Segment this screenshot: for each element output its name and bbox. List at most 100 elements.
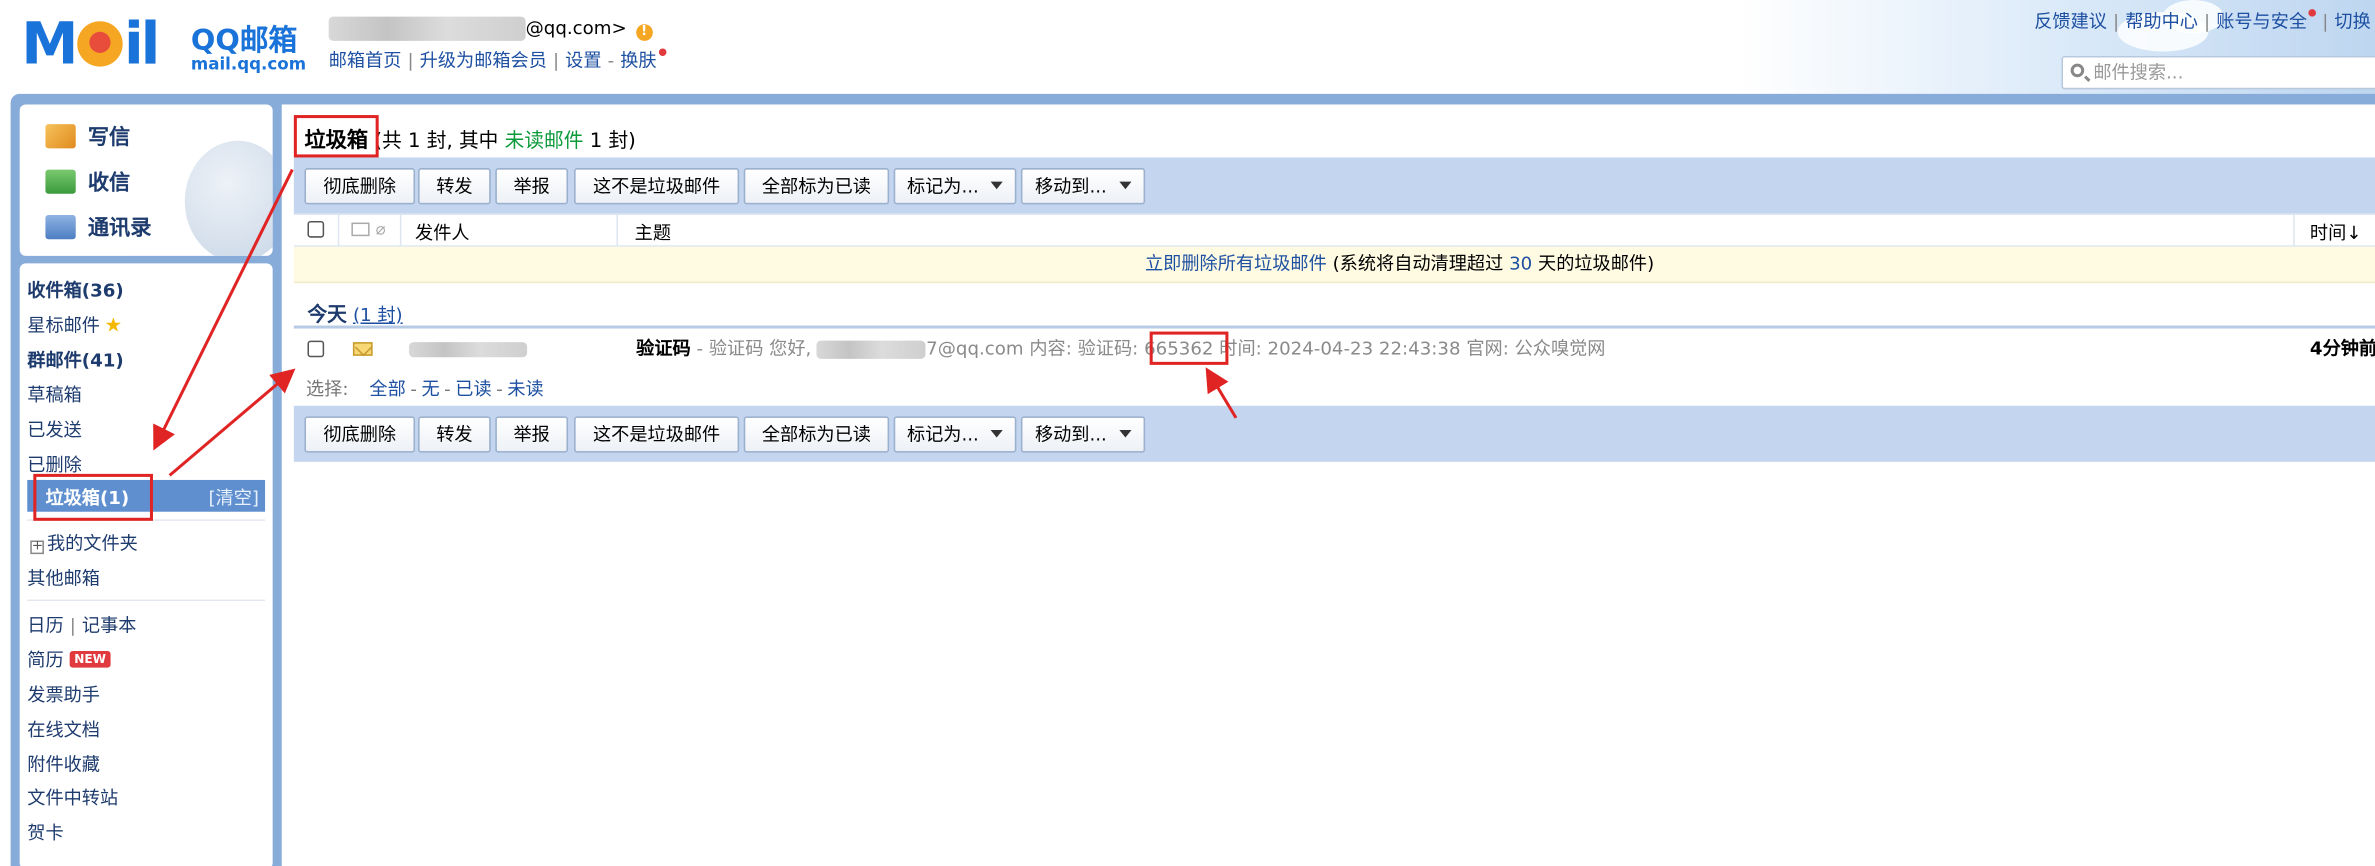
group-count-link[interactable]: (1 封) [353, 304, 403, 325]
account-links: 邮箱首页 | 升级为邮箱会员 | 设置 - 换肤 [329, 47, 666, 73]
annotation-box-code [1149, 331, 1229, 365]
link-help[interactable]: 帮助中心 [2125, 11, 2198, 32]
account-address: @qq.com>! [328, 16, 653, 41]
link-invoice-helper[interactable]: 发票助手 [27, 681, 100, 707]
link-mailbox-home[interactable]: 邮箱首页 [329, 50, 402, 71]
row-checkbox[interactable] [307, 340, 325, 358]
folder-drafts[interactable]: 草稿箱 [27, 382, 82, 408]
link-settings[interactable]: 设置 [565, 50, 601, 71]
folder-starred[interactable]: 星标邮件 ★ [27, 312, 122, 338]
mark-as-dropdown[interactable]: 标记为... [893, 168, 1017, 205]
annotation-box-title [293, 115, 379, 158]
star-icon: ★ [104, 314, 123, 338]
notification-dot [2308, 9, 2317, 17]
select-read-link[interactable]: 已读 [455, 379, 491, 400]
redacted-account [328, 16, 526, 41]
chevron-down-icon [1118, 181, 1132, 190]
link-notes[interactable]: 记事本 [82, 615, 137, 636]
receive-button[interactable]: 收信 [45, 167, 130, 197]
link-account-security[interactable]: 账号与安全 [2216, 11, 2307, 32]
link-skin[interactable]: 换肤 [620, 50, 656, 71]
select-all-link[interactable]: 全部 [369, 379, 405, 400]
compose-button[interactable]: 写信 [45, 121, 130, 151]
group-today: 今天 (1 封) [307, 298, 402, 327]
mail-status-icon [351, 222, 370, 237]
folder-other-mailboxes[interactable]: 其他邮箱 [27, 565, 100, 591]
new-badge: NEW [69, 651, 111, 668]
link-switch[interactable]: 切换 [2334, 11, 2370, 32]
mail-summary: 验证码 - 验证码 您好, 7@qq.com 内容: 验证码: 665362 时… [636, 337, 1606, 359]
link-greeting-cards[interactable]: 贺卡 [27, 819, 63, 845]
group-label: 今天 [307, 304, 347, 328]
quick-actions-panel: 写信 收信 通讯录 [19, 104, 273, 256]
search-placeholder: 邮件搜索... [2093, 62, 2184, 84]
compose-icon [45, 124, 76, 149]
link-upgrade-vip[interactable]: 升级为邮箱会员 [420, 50, 547, 71]
expand-plus-icon[interactable]: + [30, 540, 44, 555]
select-bar: 选择: 全部 - 无 - 已读 - 未读 [305, 378, 544, 400]
link-resume[interactable]: 简历 NEW [27, 646, 111, 672]
column-sender[interactable]: 发件人 [415, 220, 470, 246]
link-calendar[interactable]: 日历 [27, 615, 63, 636]
logo-mail-wordmark: Mil [21, 10, 160, 78]
forward-button[interactable]: 转发 [418, 416, 491, 453]
app-links-calendar-notes: 日历 | 记事本 [27, 614, 137, 636]
search-icon [2070, 63, 2085, 78]
contacts-button[interactable]: 通讯录 [45, 212, 151, 242]
unread-mail-link[interactable]: 未读邮件 [505, 130, 584, 153]
contacts-icon [45, 214, 76, 240]
logo-title: QQ邮箱 [190, 24, 298, 58]
mail-subject: 验证码 [636, 337, 691, 359]
spam-cleanup-notice: 立即删除所有垃圾邮件 (系统将自动清理超过 30 天的垃圾邮件) [293, 246, 2375, 284]
folder-my-folders[interactable]: + 我的文件夹 [30, 530, 138, 556]
delete-permanently-button[interactable]: 彻底删除 [304, 416, 416, 453]
move-to-dropdown[interactable]: 移动到... [1020, 416, 1146, 453]
not-spam-button[interactable]: 这不是垃圾邮件 [574, 416, 740, 453]
folder-summary-suffix: 1 封) [589, 130, 636, 153]
column-subject[interactable]: 主题 [635, 220, 671, 246]
mark-as-dropdown[interactable]: 标记为... [893, 416, 1017, 453]
header: Mil QQ邮箱 mail.qq.com @qq.com>! 邮箱首页 | 升级为邮… [0, 0, 2375, 100]
select-none-link[interactable]: 无 [421, 379, 439, 400]
folder-summary-prefix: (共 1 封, 其中 [374, 130, 499, 153]
chevron-down-icon [990, 429, 1004, 438]
report-button[interactable]: 举报 [495, 168, 569, 205]
select-all-checkbox[interactable] [307, 221, 325, 238]
forward-button[interactable]: 转发 [418, 168, 491, 205]
delete-permanently-button[interactable]: 彻底删除 [304, 168, 416, 205]
toolbar-bottom: 彻底删除 转发 举报 这不是垃圾邮件 全部标为已读 标记为... 移动到... [293, 405, 2375, 462]
mail-time: 4分钟前 [2309, 337, 2375, 359]
folder-group-mail[interactable]: 群邮件(41) [27, 347, 123, 373]
warning-icon[interactable]: ! [635, 23, 653, 41]
report-button[interactable]: 举报 [495, 416, 569, 453]
notification-dot [658, 48, 666, 57]
column-time[interactable]: 时间↓ [2310, 220, 2362, 246]
group-divider [293, 325, 2375, 329]
link-online-docs[interactable]: 在线文档 [27, 716, 100, 742]
folder-inbox[interactable]: 收件箱(36) [27, 277, 123, 303]
delete-all-spam-link[interactable]: 立即删除所有垃圾邮件 [1145, 253, 1327, 274]
receive-icon [45, 169, 76, 194]
chevron-down-icon [1118, 429, 1132, 438]
qq-mail-logo[interactable]: Mil QQ邮箱 mail.qq.com [21, 14, 309, 81]
not-spam-button[interactable]: 这不是垃圾邮件 [574, 168, 740, 205]
link-file-transfer[interactable]: 文件中转站 [27, 784, 118, 810]
redacted-sender [408, 342, 528, 358]
move-to-dropdown[interactable]: 移动到... [1020, 168, 1146, 205]
mail-list-header: ⌀ 发件人 主题 时间↓ [293, 213, 2375, 247]
link-feedback[interactable]: 反馈建议 [2034, 11, 2107, 32]
top-links: 反馈建议 | 帮助中心 | 账号与安全 | 切换 [2034, 9, 2371, 32]
clear-spam-link[interactable]: [清空] [208, 484, 259, 510]
mail-search-input[interactable]: 邮件搜索... [2061, 56, 2375, 90]
select-unread-link[interactable]: 未读 [507, 379, 543, 400]
account-suffix: @qq.com> [525, 17, 627, 39]
toolbar-top: 彻底删除 转发 举报 这不是垃圾邮件 全部标为已读 标记为... 移动到... [293, 157, 2375, 214]
redacted-recipient [817, 339, 927, 359]
mark-all-read-button[interactable]: 全部标为已读 [743, 168, 890, 205]
table-row[interactable]: 验证码 - 验证码 您好, 7@qq.com 内容: 验证码: 665362 时… [293, 330, 2375, 367]
divider [27, 599, 266, 602]
envelope-icon [352, 342, 373, 356]
folder-sent[interactable]: 已发送 [27, 416, 82, 442]
mark-all-read-button[interactable]: 全部标为已读 [743, 416, 890, 453]
link-attachment-favorites[interactable]: 附件收藏 [27, 751, 100, 777]
